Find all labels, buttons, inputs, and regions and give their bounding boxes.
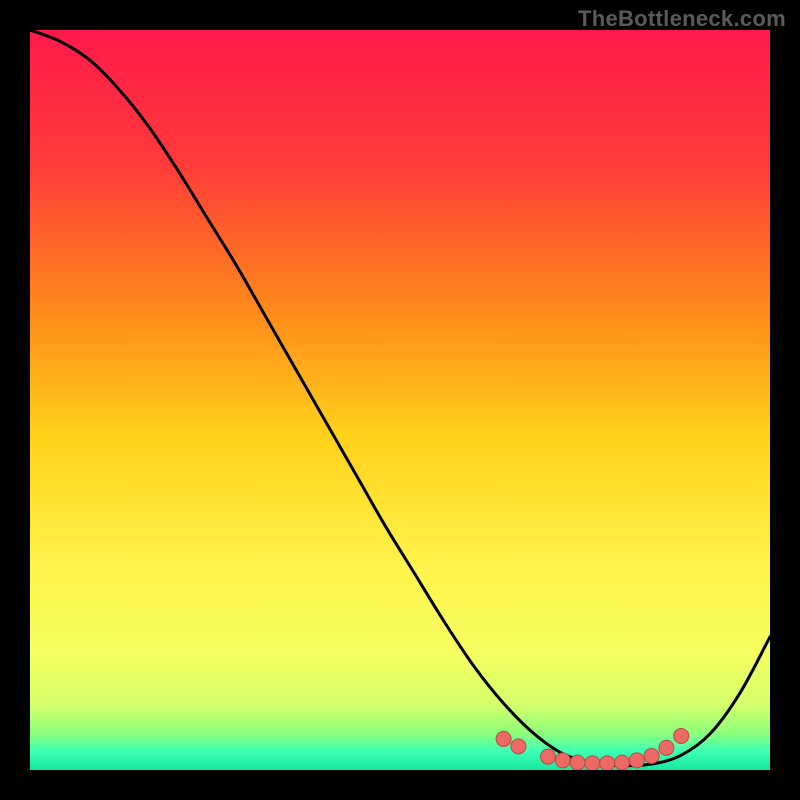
marker-dot [570, 755, 585, 770]
marker-dot [511, 739, 526, 754]
marker-dot [555, 753, 570, 768]
chart-svg [30, 30, 770, 770]
marker-dot [615, 755, 630, 770]
chart-plot-area [30, 30, 770, 770]
chart-frame: TheBottleneck.com [0, 0, 800, 800]
marker-dot [585, 756, 600, 770]
marker-dot [496, 731, 511, 746]
marker-dot [674, 728, 689, 743]
marker-dot [629, 753, 644, 768]
marker-dot [659, 740, 674, 755]
watermark-text: TheBottleneck.com [578, 6, 786, 32]
gradient-background [30, 30, 770, 770]
marker-dot [541, 749, 556, 764]
marker-dot [600, 756, 615, 770]
marker-dot [644, 748, 659, 763]
